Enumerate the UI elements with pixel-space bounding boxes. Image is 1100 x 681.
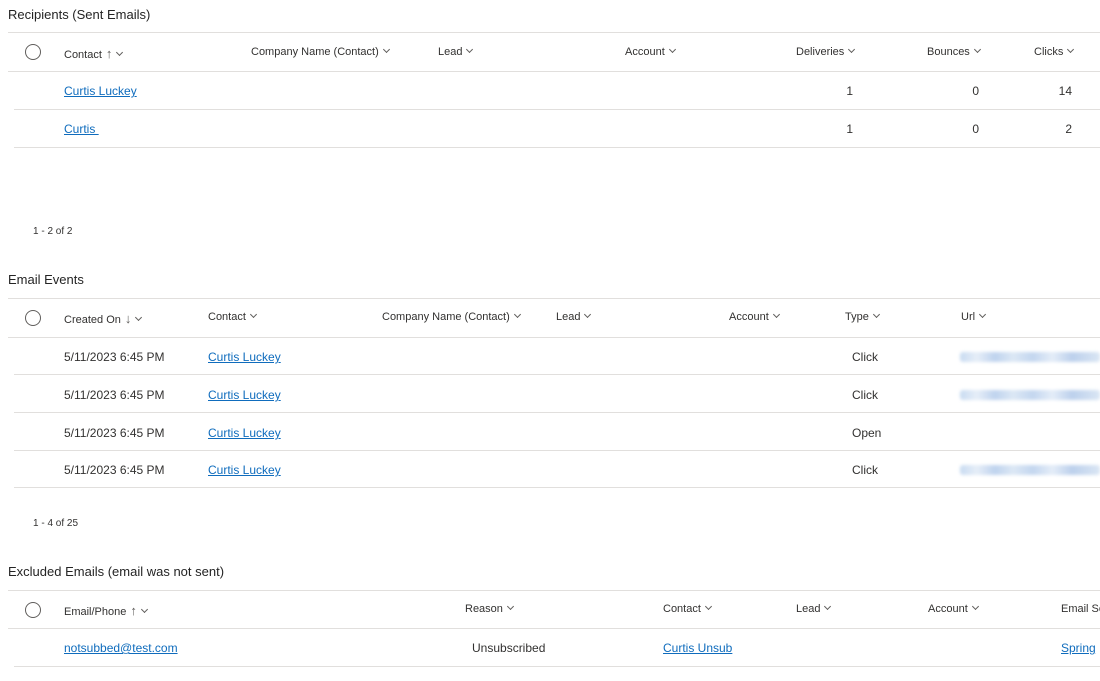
- redacted-url[interactable]: [960, 390, 1100, 400]
- column-header-lead[interactable]: Lead: [556, 310, 592, 323]
- recipient-bounces: 0: [972, 84, 979, 98]
- event-type: Click: [852, 463, 878, 477]
- recipient-contact-link[interactable]: Curtis Luckey: [64, 84, 137, 98]
- redacted-url[interactable]: [960, 352, 1100, 362]
- column-header-contact[interactable]: Contact ↑: [64, 46, 124, 61]
- column-header-reason[interactable]: Reason: [465, 602, 514, 615]
- excluded-header-bottom-divider: [8, 628, 1100, 629]
- chevron-down-icon: [973, 45, 981, 54]
- excluded-reason: Unsubscribed: [472, 641, 546, 655]
- select-all-circle-icon[interactable]: [25, 310, 41, 326]
- events-header-top-divider: [8, 298, 1100, 299]
- event-contact-link[interactable]: Curtis Luckey: [208, 463, 281, 477]
- chevron-down-icon: [140, 605, 148, 614]
- redacted-url[interactable]: [960, 465, 1100, 475]
- recipients-header-top-divider: [8, 32, 1100, 33]
- recipients-section-title: Recipients (Sent Emails): [8, 7, 151, 22]
- column-header-account[interactable]: Account: [729, 310, 780, 323]
- event-type: Click: [852, 388, 878, 402]
- events-header-bottom-divider: [8, 337, 1100, 338]
- recipient-contact-link[interactable]: Curtis: [64, 122, 99, 136]
- chevron-down-icon: [513, 310, 521, 319]
- column-header-lead[interactable]: Lead: [796, 602, 832, 615]
- event-contact-link[interactable]: Curtis Luckey: [208, 388, 281, 402]
- chevron-down-icon: [668, 45, 676, 54]
- sort-ascending-arrow-icon: ↑: [105, 46, 113, 61]
- column-header-created-on[interactable]: Created On ↓: [64, 311, 143, 326]
- row-divider: [14, 374, 1100, 375]
- sort-descending-arrow-icon: ↓: [124, 311, 132, 326]
- row-divider: [14, 109, 1100, 110]
- event-type: Click: [852, 350, 878, 364]
- event-contact-link[interactable]: Curtis Luckey: [208, 426, 281, 440]
- column-header-company-name[interactable]: Company Name (Contact): [382, 310, 521, 323]
- events-pager-count: 1 - 4 of 25: [33, 518, 79, 529]
- chevron-down-icon: [772, 310, 780, 319]
- column-header-deliveries[interactable]: Deliveries: [796, 45, 856, 58]
- excluded-email-send-link[interactable]: Spring: [1061, 641, 1096, 655]
- excluded-contact-link[interactable]: Curtis Unsub: [663, 641, 732, 655]
- column-header-contact[interactable]: Contact: [208, 310, 257, 323]
- column-header-bounces[interactable]: Bounces: [927, 45, 981, 58]
- column-header-email-phone[interactable]: Email/Phone ↑: [64, 603, 148, 618]
- column-header-email-send[interactable]: Email Se: [1061, 603, 1100, 615]
- event-created-on: 5/11/2023 6:45 PM: [64, 463, 165, 477]
- select-all-circle-icon[interactable]: [25, 602, 41, 618]
- recipient-clicks: 14: [1058, 84, 1072, 98]
- chevron-down-icon: [249, 310, 257, 319]
- chevron-down-icon: [848, 45, 856, 54]
- email-events-section-title: Email Events: [8, 272, 84, 287]
- column-header-account[interactable]: Account: [625, 45, 676, 58]
- event-created-on: 5/11/2023 6:45 PM: [64, 350, 165, 364]
- chevron-down-icon: [704, 602, 712, 611]
- column-header-account[interactable]: Account: [928, 602, 979, 615]
- chevron-down-icon: [971, 602, 979, 611]
- chevron-down-icon: [382, 45, 390, 54]
- excluded-header-top-divider: [8, 590, 1100, 591]
- chevron-down-icon: [824, 602, 832, 611]
- event-contact-link[interactable]: Curtis Luckey: [208, 350, 281, 364]
- chevron-down-icon: [872, 310, 880, 319]
- chevron-down-icon: [506, 602, 514, 611]
- chevron-down-icon: [979, 310, 987, 319]
- column-header-clicks[interactable]: Clicks: [1034, 45, 1075, 58]
- row-divider: [14, 147, 1100, 148]
- column-header-lead[interactable]: Lead: [438, 45, 474, 58]
- chevron-down-icon: [1067, 45, 1075, 54]
- excluded-email-link[interactable]: notsubbed@test.com: [64, 641, 178, 655]
- chevron-down-icon: [466, 45, 474, 54]
- column-header-type[interactable]: Type: [845, 310, 880, 323]
- event-type: Open: [852, 426, 882, 440]
- recipient-deliveries: 1: [846, 122, 853, 136]
- row-divider: [14, 412, 1100, 413]
- excluded-section-title: Excluded Emails (email was not sent): [8, 564, 225, 579]
- column-header-url[interactable]: Url: [961, 310, 987, 323]
- row-divider: [14, 450, 1100, 451]
- column-header-contact[interactable]: Contact: [663, 602, 712, 615]
- event-created-on: 5/11/2023 6:45 PM: [64, 388, 165, 402]
- select-all-circle-icon[interactable]: [25, 44, 41, 60]
- sort-ascending-arrow-icon: ↑: [130, 603, 137, 618]
- row-divider: [14, 487, 1100, 488]
- recipients-header-bottom-divider: [8, 71, 1100, 72]
- event-created-on: 5/11/2023 6:45 PM: [64, 426, 165, 440]
- recipient-bounces: 0: [972, 122, 979, 136]
- recipient-deliveries: 1: [846, 84, 853, 98]
- recipient-clicks: 2: [1065, 122, 1072, 136]
- recipients-pager-count: 1 - 2 of 2: [33, 226, 73, 237]
- row-divider: [14, 666, 1100, 667]
- chevron-down-icon: [135, 313, 143, 322]
- chevron-down-icon: [584, 310, 592, 319]
- chevron-down-icon: [116, 48, 124, 57]
- column-header-company-name[interactable]: Company Name (Contact): [251, 45, 390, 58]
